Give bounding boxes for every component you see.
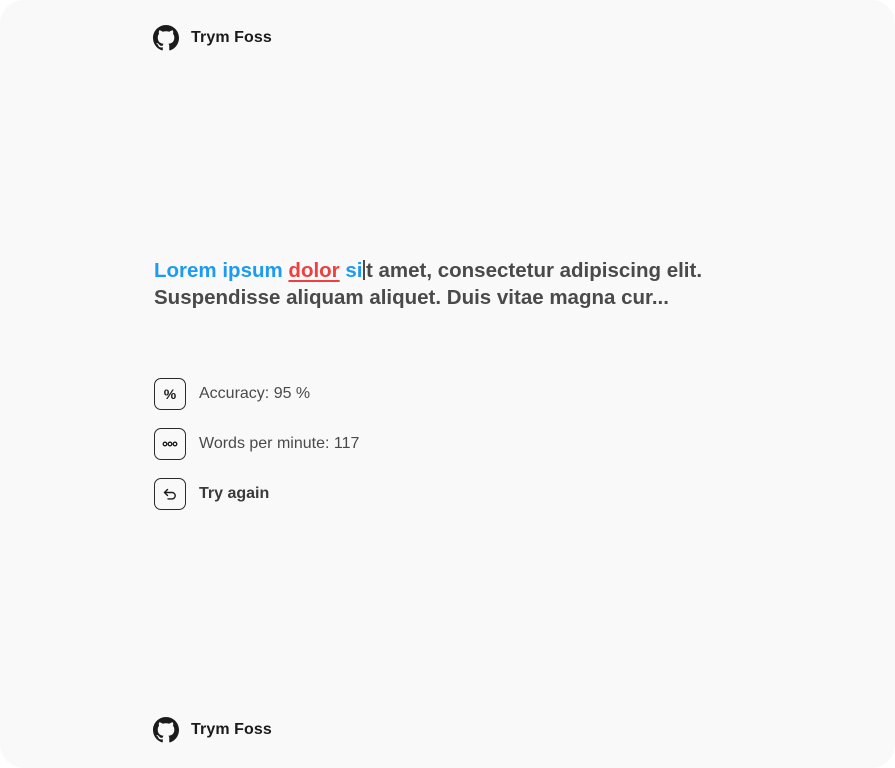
undo-icon xyxy=(154,478,186,510)
brand-name: Trym Foss xyxy=(191,721,272,738)
text-caret xyxy=(363,260,365,280)
app-frame: Trym Foss Lorem ipsum dolor si t amet, co… xyxy=(0,0,895,768)
github-icon xyxy=(153,717,179,743)
typing-text[interactable]: Lorem ipsum dolor si t amet, consectetur … xyxy=(154,257,734,311)
typed-after-error-text: si xyxy=(339,259,363,282)
wpm-stat: Words per minute: 117 xyxy=(154,427,359,461)
accuracy-stat: % Accuracy: 95 % xyxy=(154,377,359,411)
brand-name: Trym Foss xyxy=(191,29,272,46)
percent-icon: % xyxy=(154,378,186,410)
stats-panel: % Accuracy: 95 % Words per minute: 117 T… xyxy=(154,377,359,527)
typed-correct-text: Lorem ipsum xyxy=(154,259,289,282)
accuracy-label: Accuracy: 95 % xyxy=(199,385,311,402)
try-again-label: Try again xyxy=(199,485,270,502)
brand-link-bottom[interactable]: Trym Foss xyxy=(153,717,272,743)
ellipsis-icon xyxy=(154,428,186,460)
github-icon xyxy=(153,25,179,51)
typed-error-word: dolor xyxy=(288,259,340,282)
try-again-button[interactable]: Try again xyxy=(154,477,269,511)
brand-link-top[interactable]: Trym Foss xyxy=(153,25,272,51)
wpm-label: Words per minute: 117 xyxy=(199,435,360,452)
